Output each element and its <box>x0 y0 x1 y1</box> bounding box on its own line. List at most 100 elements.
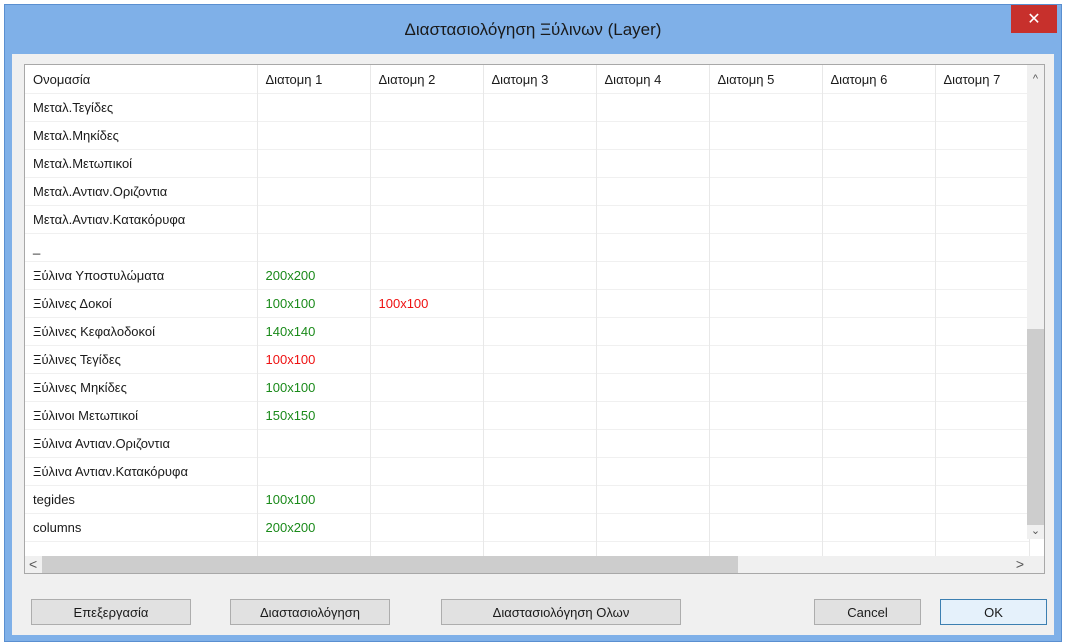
section-1-cell[interactable] <box>257 149 371 178</box>
section-1-cell[interactable] <box>257 429 371 458</box>
section-4-cell[interactable] <box>596 317 710 346</box>
section-6-cell[interactable] <box>822 513 936 542</box>
table-row[interactable]: _ <box>25 233 1030 262</box>
column-header-section-6[interactable]: Διατομη 6 <box>822 65 936 94</box>
section-2-cell[interactable]: 100x100 <box>370 289 484 318</box>
section-2-cell[interactable] <box>370 317 484 346</box>
edit-button[interactable]: Επεξεργασία <box>31 599 191 625</box>
section-1-cell[interactable] <box>257 121 371 150</box>
row-name-cell[interactable]: Ξύλινες Τεγίδες <box>25 345 258 374</box>
section-1-cell[interactable]: 140x140 <box>257 317 371 346</box>
section-6-cell[interactable] <box>822 177 936 206</box>
section-6-cell[interactable] <box>822 429 936 458</box>
section-3-cell[interactable] <box>483 261 597 290</box>
section-7-cell[interactable] <box>935 457 1030 486</box>
horizontal-scrollbar[interactable]: < > <box>25 556 1028 573</box>
row-name-cell[interactable]: _ <box>25 233 258 262</box>
section-6-cell[interactable] <box>822 149 936 178</box>
section-7-cell[interactable] <box>935 485 1030 514</box>
section-6-cell[interactable] <box>822 121 936 150</box>
row-name-cell[interactable]: Ξύλινα Υποστυλώματα <box>25 261 258 290</box>
section-6-cell[interactable] <box>822 261 936 290</box>
section-1-cell[interactable] <box>257 457 371 486</box>
table-row[interactable]: Ξύλινα Αντιαν.Οριζοντια <box>25 429 1030 458</box>
section-6-cell[interactable] <box>822 345 936 374</box>
section-1-cell[interactable]: 100x100 <box>257 345 371 374</box>
table-row[interactable]: Μεταλ.Τεγίδες <box>25 93 1030 122</box>
section-4-cell[interactable] <box>596 457 710 486</box>
section-7-cell[interactable] <box>935 345 1030 374</box>
section-5-cell[interactable] <box>709 93 823 122</box>
section-6-cell[interactable] <box>822 373 936 402</box>
table-row[interactable]: columns 200x200 <box>25 513 1030 542</box>
section-6-cell[interactable] <box>822 205 936 234</box>
section-7-cell[interactable] <box>935 373 1030 402</box>
column-header-name[interactable]: Ονομασία <box>25 65 258 94</box>
scroll-right-icon[interactable]: > <box>1016 556 1024 573</box>
column-header-section-4[interactable]: Διατομη 4 <box>596 65 710 94</box>
section-5-cell[interactable] <box>709 289 823 318</box>
cancel-button[interactable]: Cancel <box>814 599 921 625</box>
section-5-cell[interactable] <box>709 373 823 402</box>
section-3-cell[interactable] <box>483 485 597 514</box>
title-bar[interactable]: Διαστασιολόγηση Ξύλινων (Layer) ✕ <box>5 5 1061 54</box>
row-name-cell[interactable]: Μεταλ.Μετωπικοί <box>25 149 258 178</box>
horizontal-scroll-thumb[interactable] <box>42 556 738 573</box>
section-2-cell[interactable] <box>370 177 484 206</box>
section-2-cell[interactable] <box>370 485 484 514</box>
section-4-cell[interactable] <box>596 485 710 514</box>
section-3-cell[interactable] <box>483 429 597 458</box>
table-row[interactable]: Ξύλινες Μηκίδες 100x100 <box>25 373 1030 402</box>
section-1-cell[interactable]: 100x100 <box>257 485 371 514</box>
section-2-cell[interactable] <box>370 121 484 150</box>
section-7-cell[interactable] <box>935 121 1030 150</box>
table-row[interactable]: Μεταλ.Μηκίδες <box>25 121 1030 150</box>
section-5-cell[interactable] <box>709 121 823 150</box>
section-1-cell[interactable] <box>257 177 371 206</box>
section-4-cell[interactable] <box>596 205 710 234</box>
row-name-cell[interactable]: Μεταλ.Τεγίδες <box>25 93 258 122</box>
section-2-cell[interactable] <box>370 149 484 178</box>
column-header-section-1[interactable]: Διατομη 1 <box>257 65 371 94</box>
section-4-cell[interactable] <box>596 513 710 542</box>
row-name-cell[interactable]: Ξύλινες Δοκοί <box>25 289 258 318</box>
section-1-cell[interactable]: 150x150 <box>257 401 371 430</box>
section-4-cell[interactable] <box>596 121 710 150</box>
section-5-cell[interactable] <box>709 345 823 374</box>
table-row[interactable]: Μεταλ.Αντιαν.Οριζοντια <box>25 177 1030 206</box>
section-1-cell[interactable]: 200x200 <box>257 261 371 290</box>
section-3-cell[interactable] <box>483 345 597 374</box>
ok-button[interactable]: OK <box>940 599 1047 625</box>
section-5-cell[interactable] <box>709 317 823 346</box>
section-1-cell[interactable] <box>257 93 371 122</box>
section-3-cell[interactable] <box>483 317 597 346</box>
section-1-cell[interactable] <box>257 205 371 234</box>
section-6-cell[interactable] <box>822 289 936 318</box>
row-name-cell[interactable]: Μεταλ.Μηκίδες <box>25 121 258 150</box>
section-2-cell[interactable] <box>370 205 484 234</box>
section-2-cell[interactable] <box>370 345 484 374</box>
table-row[interactable]: Μεταλ.Μετωπικοί <box>25 149 1030 178</box>
section-3-cell[interactable] <box>483 177 597 206</box>
section-4-cell[interactable] <box>596 373 710 402</box>
column-header-section-7[interactable]: Διατομη 7 <box>935 65 1030 94</box>
column-header-section-3[interactable]: Διατομη 3 <box>483 65 597 94</box>
close-button[interactable]: ✕ <box>1011 5 1057 33</box>
section-3-cell[interactable] <box>483 513 597 542</box>
section-5-cell[interactable] <box>709 205 823 234</box>
section-2-cell[interactable] <box>370 373 484 402</box>
section-4-cell[interactable] <box>596 345 710 374</box>
dimension-button[interactable]: Διαστασιολόγηση <box>230 599 390 625</box>
table-row[interactable]: Ξύλινοι Μετωπικοί 150x150 <box>25 401 1030 430</box>
section-2-cell[interactable] <box>370 513 484 542</box>
section-7-cell[interactable] <box>935 401 1030 430</box>
section-7-cell[interactable] <box>935 317 1030 346</box>
table-row[interactable]: Μεταλ.Αντιαν.Κατακόρυφα <box>25 205 1030 234</box>
section-5-cell[interactable] <box>709 261 823 290</box>
table-row[interactable]: tegides 100x100 <box>25 485 1030 514</box>
section-3-cell[interactable] <box>483 373 597 402</box>
section-5-cell[interactable] <box>709 177 823 206</box>
section-1-cell[interactable]: 200x200 <box>257 513 371 542</box>
table-row[interactable]: Ξύλινες Κεφαλοδοκοί 140x140 <box>25 317 1030 346</box>
scroll-down-icon[interactable]: ⌄ <box>1027 524 1044 537</box>
